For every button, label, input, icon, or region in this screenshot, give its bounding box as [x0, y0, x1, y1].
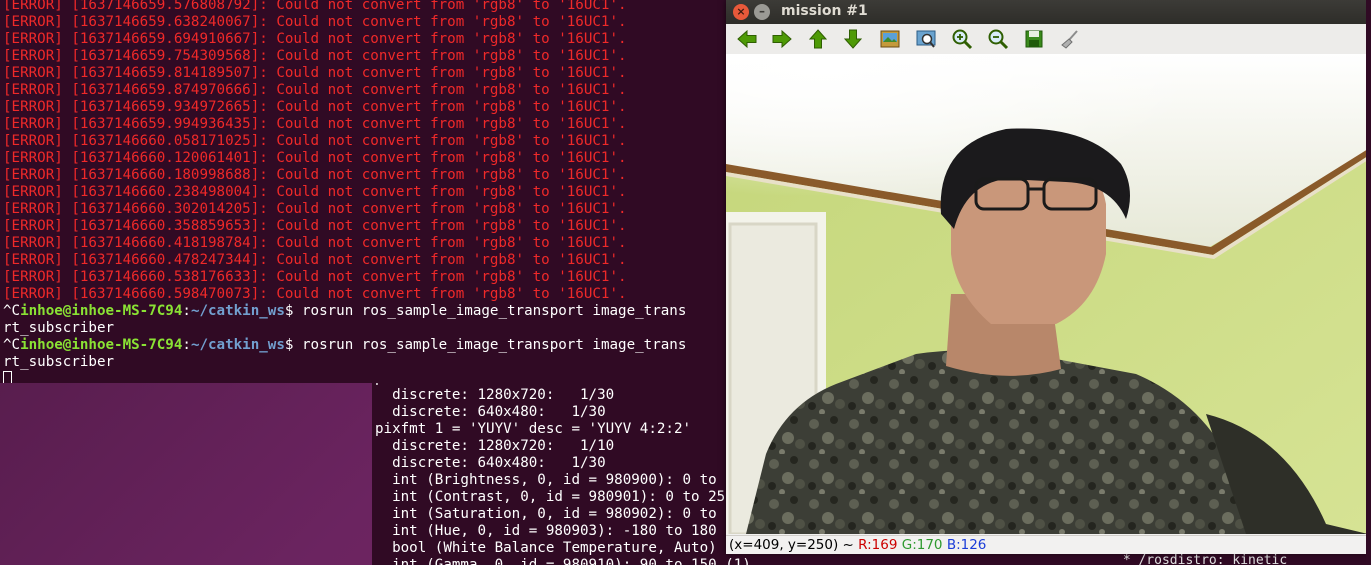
pan-down-button[interactable]	[840, 27, 866, 51]
prompt-prefix: ^C	[3, 303, 21, 319]
error-log: [ERROR] [1637146659.576808792]: Could no…	[0, 0, 728, 303]
error-line: [ERROR] [1637146660.358859653]: Could no…	[3, 218, 627, 234]
error-line: [ERROR] [1637146659.694910667]: Could no…	[3, 31, 627, 47]
error-line: [ERROR] [1637146659.874970666]: Could no…	[3, 82, 627, 98]
zoom-fit-button[interactable]	[913, 27, 939, 51]
viewer-toolbar	[726, 24, 1368, 55]
error-line: [ERROR] [1637146659.934972665]: Could no…	[3, 99, 627, 115]
error-line: [ERROR] [1637146660.598470073]: Could no…	[3, 286, 627, 302]
zoom-out-button[interactable]	[985, 27, 1011, 51]
window-titlebar[interactable]: × – mission #1	[726, 0, 1368, 24]
error-line: [ERROR] [1637146659.754309568]: Could no…	[3, 48, 627, 64]
zoom-fit-icon	[916, 30, 936, 48]
minimize-button[interactable]: –	[754, 4, 770, 20]
prompt-line-1: ^Cinhoe@inhoe-MS-7C94:~/catkin_ws$ rosru…	[0, 303, 728, 320]
image-button[interactable]	[877, 27, 903, 51]
zoom-out-icon	[988, 29, 1009, 50]
prompt-symbol: $	[284, 303, 302, 319]
pixel-red-value: R:169	[858, 537, 898, 553]
prompt-line-2: ^Cinhoe@inhoe-MS-7C94:~/catkin_ws$ rosru…	[0, 337, 728, 354]
pixel-blue-value: B:126	[946, 537, 987, 553]
camera-image[interactable]	[726, 54, 1368, 534]
clear-button[interactable]	[1057, 27, 1083, 51]
image-icon	[880, 30, 900, 48]
error-line: [ERROR] [1637146659.994936435]: Could no…	[3, 116, 627, 132]
status-bar: (x=409, y=250) ~ R:169 G:170 B:126	[726, 535, 1371, 554]
main-terminal-window[interactable]: [ERROR] [1637146659.576808792]: Could no…	[0, 0, 728, 383]
command-wrap-line: rt_subscriber	[3, 320, 115, 336]
pan-up-button[interactable]	[805, 27, 831, 51]
error-line: [ERROR] [1637146660.302014205]: Could no…	[3, 201, 627, 217]
error-line: [ERROR] [1637146660.538176633]: Could no…	[3, 269, 627, 285]
prompt-prefix: ^C	[3, 337, 21, 353]
error-line: [ERROR] [1637146659.638240067]: Could no…	[3, 14, 627, 30]
input-line[interactable]	[0, 371, 728, 383]
command-wrap-line: rt_subscriber	[3, 354, 115, 370]
save-icon	[1025, 30, 1043, 48]
clear-icon	[1061, 30, 1078, 49]
cursor-coordinates: (x=409, y=250) ~	[729, 537, 859, 553]
pan-left-button[interactable]	[734, 27, 760, 51]
prompt-separator: :	[182, 303, 191, 319]
prompt-path: ~/catkin_ws	[190, 337, 285, 353]
image-viewer-window[interactable]: × – mission #1 (x=409, y=250) ~ R:169 G:…	[726, 0, 1371, 554]
arrow-down-icon	[843, 29, 863, 49]
prompt-host: inhoe@inhoe-MS-7C94	[20, 337, 183, 353]
command-text: rosrun ros_sample_image_transport image_…	[302, 303, 687, 319]
window-title: mission #1	[781, 3, 868, 19]
terminal-output-line: * /rosdistro: kinetic	[1115, 553, 1288, 565]
error-line: [ERROR] [1637146660.418198784]: Could no…	[3, 235, 627, 251]
arrow-right-icon	[772, 29, 792, 49]
zoom-in-icon	[952, 29, 973, 50]
pixel-green-value: G:170	[901, 537, 943, 553]
zoom-in-button[interactable]	[949, 27, 975, 51]
prompt-separator: :	[182, 337, 191, 353]
minimize-icon: –	[759, 4, 765, 18]
prompt-path: ~/catkin_ws	[190, 303, 285, 319]
error-line: [ERROR] [1637146660.478247344]: Could no…	[3, 252, 627, 268]
save-button[interactable]	[1021, 27, 1047, 51]
prompt-symbol: $	[284, 337, 302, 353]
error-line: [ERROR] [1637146659.576808792]: Could no…	[3, 0, 627, 13]
error-line: [ERROR] [1637146660.120061401]: Could no…	[3, 150, 627, 166]
pan-right-button[interactable]	[769, 27, 795, 51]
command-text: rosrun ros_sample_image_transport image_…	[302, 337, 687, 353]
prompt-host: inhoe@inhoe-MS-7C94	[20, 303, 183, 319]
error-line: [ERROR] [1637146660.180998688]: Could no…	[3, 167, 627, 183]
text-cursor	[3, 371, 12, 383]
arrow-left-icon	[737, 29, 757, 49]
error-line: [ERROR] [1637146660.058171025]: Could no…	[3, 133, 627, 149]
error-line: [ERROR] [1637146660.238498004]: Could no…	[3, 184, 627, 200]
close-button[interactable]: ×	[733, 4, 749, 20]
screen-edge	[1366, 0, 1371, 565]
error-line: [ERROR] [1637146659.814189507]: Could no…	[3, 65, 627, 81]
arrow-up-icon	[808, 29, 828, 49]
webcam-frame	[726, 54, 1368, 534]
close-icon: ×	[736, 5, 746, 18]
